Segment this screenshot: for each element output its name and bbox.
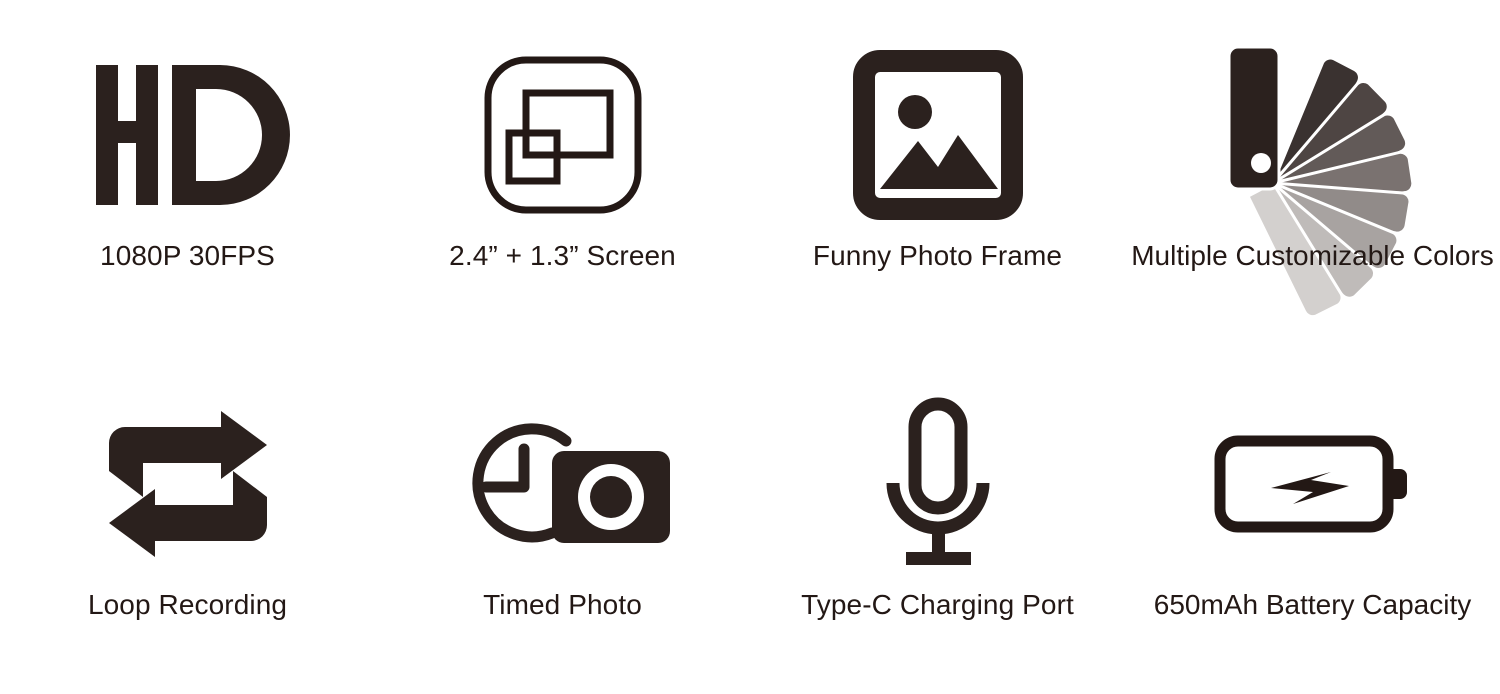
feature-item-hd-video: 1080P 30FPS (0, 0, 375, 270)
feature-label: 1080P 30FPS (100, 240, 275, 271)
feature-item-loop-recording: Loop Recording (0, 347, 375, 619)
feature-grid: 1080P 30FPS 2.4” + 1.3” Screen Funny Pho… (0, 0, 1500, 694)
color-fan-icon (1223, 44, 1414, 319)
feature-label: Multiple Customizable Colors (1131, 240, 1494, 271)
loop-arrows-icon (103, 389, 273, 579)
feature-label: 2.4” + 1.3” Screen (449, 240, 676, 271)
feature-label: Type-C Charging Port (801, 589, 1074, 620)
dual-screen-icon (483, 44, 643, 226)
feature-label: Loop Recording (87, 589, 288, 620)
feature-item-battery: 650mAh Battery Capacity (1125, 347, 1500, 619)
feature-label: Funny Photo Frame (812, 240, 1063, 271)
feature-label: 650mAh Battery Capacity (1153, 589, 1472, 620)
microphone-icon (873, 389, 1003, 579)
clock-camera-icon (448, 389, 678, 579)
photo-frame-icon (852, 44, 1023, 226)
battery-bolt-icon (1213, 389, 1413, 579)
hd-icon (88, 44, 290, 226)
feature-item-timed-photo: Timed Photo (375, 347, 750, 619)
feature-item-type-c-port: Type-C Charging Port (750, 347, 1125, 619)
feature-item-dual-screen: 2.4” + 1.3” Screen (375, 0, 750, 270)
feature-label: Timed Photo (483, 589, 642, 620)
feature-item-photo-frame: Funny Photo Frame (750, 0, 1125, 270)
feature-item-custom-colors: Multiple Customizable Colors (1125, 0, 1500, 319)
